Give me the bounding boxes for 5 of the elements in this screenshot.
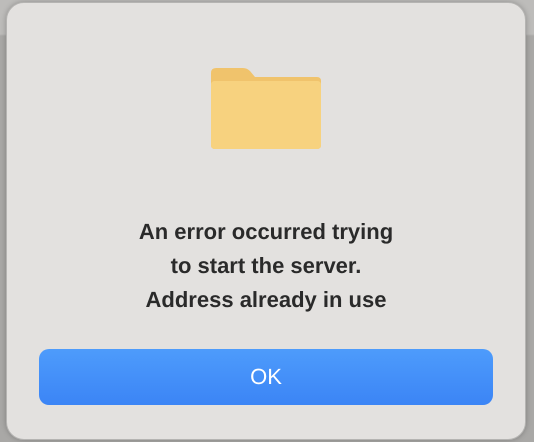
folder-icon — [209, 67, 323, 151]
error-message-line: An error occurred trying — [138, 218, 394, 246]
error-message-line: Address already in use — [146, 286, 386, 314]
error-message-line: to start the server. — [170, 252, 362, 280]
ok-button[interactable]: OK — [39, 349, 493, 405]
